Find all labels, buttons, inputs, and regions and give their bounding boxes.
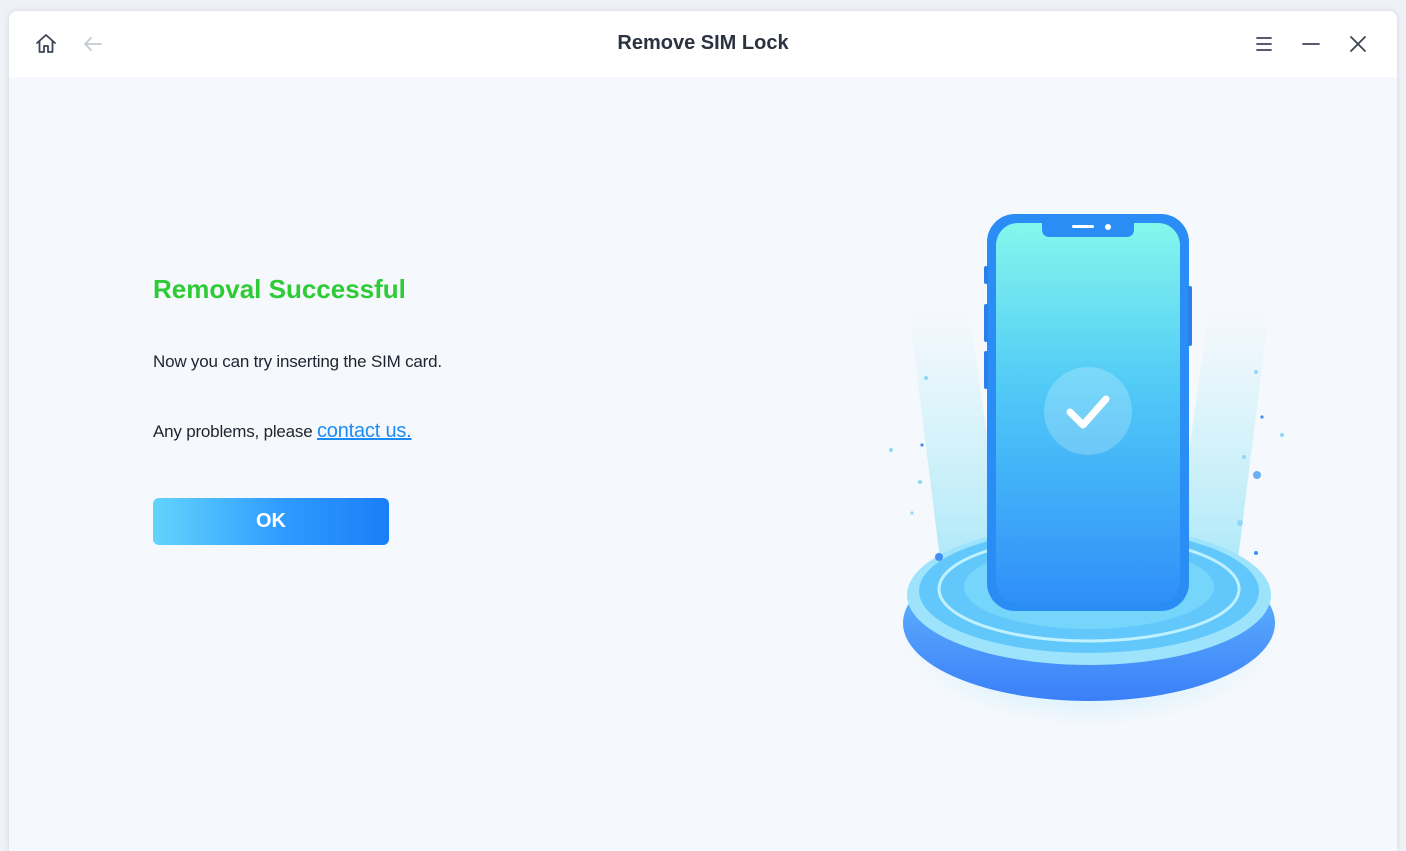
app-window: Remove SIM Lock Removal Successful Now y… — [9, 11, 1397, 851]
contact-us-link[interactable]: contact us. — [317, 420, 412, 442]
help-prefix: Any problems, please — [153, 422, 317, 441]
window-title: Remove SIM Lock — [617, 32, 789, 54]
menu-button[interactable] — [1251, 31, 1277, 57]
minimize-icon — [1302, 43, 1320, 45]
menu-icon — [1256, 37, 1272, 51]
minimize-button[interactable] — [1298, 31, 1324, 57]
close-icon — [1350, 36, 1366, 52]
phone-with-checkmark-on-pedestal-icon — [889, 214, 1284, 726]
success-heading: Removal Successful — [153, 274, 406, 304]
help-text: Any problems, please contact us. — [153, 420, 412, 443]
success-message: Now you can try inserting the SIM card. — [153, 352, 442, 371]
ok-button[interactable]: OK — [153, 498, 389, 545]
close-button[interactable] — [1345, 31, 1371, 57]
title-bar: Remove SIM Lock — [9, 11, 1397, 77]
